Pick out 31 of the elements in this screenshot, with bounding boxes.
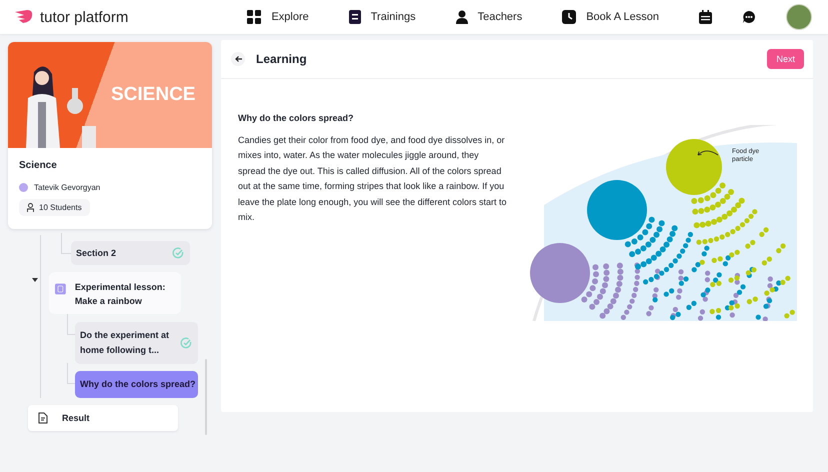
explanation-text: Candies get their color from food dye, and food dye dissolves in, or mixes into, water. As the water molecules jiggle around, they spread the dye out. This is called diffusion. All of the colors spread out at the same time, forming stripes that look like a rainbow. If you leave the plate long enough, you will see the different colors start to mix. bbox=[238, 134, 508, 224]
nav-link[interactable]: Explore bbox=[247, 10, 309, 24]
page-title: Learning bbox=[256, 52, 307, 66]
nav-link[interactable]: Teachers bbox=[456, 10, 522, 24]
result-item[interactable]: Result bbox=[28, 405, 178, 431]
brand-name[interactable]: tutor platform bbox=[40, 8, 128, 26]
avatar[interactable] bbox=[786, 4, 812, 30]
grid-icon bbox=[247, 10, 262, 24]
section-item[interactable]: Section 2 bbox=[71, 241, 190, 265]
nav-link[interactable]: Trainings bbox=[348, 10, 416, 24]
teacher-name: Tatevik Gevorgyan bbox=[34, 183, 100, 192]
lesson-item[interactable]: Experimental lesson: Make a rainbow bbox=[49, 272, 181, 314]
document-icon bbox=[38, 412, 48, 424]
document-icon bbox=[348, 10, 361, 24]
avatar bbox=[19, 183, 28, 192]
logo-icon bbox=[15, 10, 35, 24]
back-button[interactable] bbox=[231, 52, 245, 66]
back-arrow-icon bbox=[234, 56, 242, 62]
nav-link[interactable]: Book A Lesson bbox=[562, 10, 659, 24]
course-title: Science bbox=[19, 160, 58, 171]
chat-icon[interactable] bbox=[742, 10, 756, 24]
students-badge: 10 Students bbox=[19, 199, 90, 216]
step-item[interactable]: Why do the colors spread? bbox=[75, 371, 198, 398]
question-heading: Why do the colors spread? bbox=[238, 112, 355, 125]
caret-icon[interactable] bbox=[32, 277, 38, 283]
banner-title: SCIENCE bbox=[111, 84, 196, 106]
person-icon bbox=[456, 10, 468, 24]
calendar-icon[interactable] bbox=[699, 10, 712, 24]
clock-icon bbox=[562, 10, 576, 24]
step-item[interactable]: Do the experiment at home following t... bbox=[75, 322, 198, 364]
person-icon bbox=[27, 203, 34, 212]
